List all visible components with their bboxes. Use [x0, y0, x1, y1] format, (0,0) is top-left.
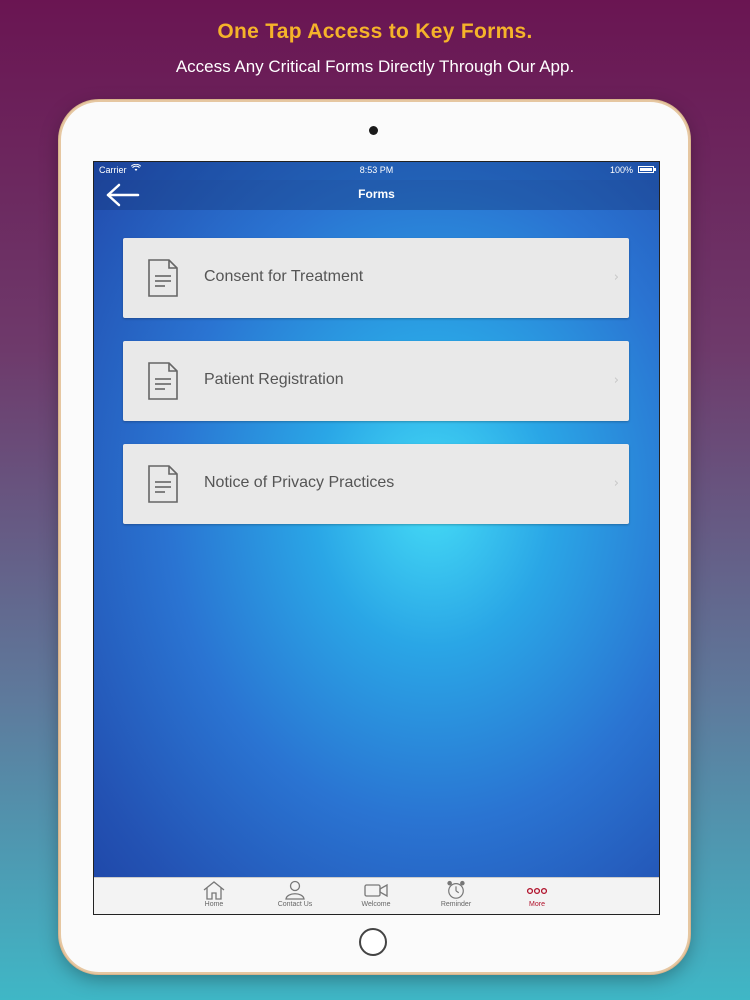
app-screen: Carrier 8:53 PM 100% Forms Consent for T…	[93, 161, 660, 915]
form-item-consent-for-treatment[interactable]: Consent for Treatment ›	[123, 238, 629, 318]
camera-icon	[369, 126, 378, 135]
home-icon	[203, 881, 225, 900]
alarm-clock-icon	[447, 880, 465, 899]
tab-welcome[interactable]: Welcome	[341, 880, 411, 913]
promo-subtitle: Access Any Critical Forms Directly Throu…	[175, 57, 575, 76]
more-dots-icon	[526, 887, 548, 895]
form-item-label: Patient Registration	[204, 371, 344, 388]
video-camera-icon	[364, 883, 388, 898]
tab-bar: Home Contact Us Welcome Reminder More	[94, 877, 659, 914]
form-item-label: Notice of Privacy Practices	[204, 474, 395, 491]
forms-list: Consent for Treatment › Patient Registra…	[123, 238, 629, 547]
tab-label: Home	[204, 901, 224, 908]
document-icon	[148, 465, 178, 503]
chevron-right-icon: ›	[613, 476, 619, 491]
form-item-patient-registration[interactable]: Patient Registration ›	[123, 341, 629, 421]
chevron-right-icon: ›	[613, 270, 619, 285]
status-time: 8:53 PM	[359, 165, 394, 175]
promo-title: One Tap Access to Key Forms.	[217, 20, 533, 43]
tab-home[interactable]: Home	[179, 880, 249, 913]
status-bar: Carrier 8:53 PM 100%	[94, 162, 659, 180]
tab-contact-us[interactable]: Contact Us	[260, 880, 330, 913]
navigation-bar: Forms	[94, 180, 659, 210]
tab-label: Reminder	[440, 901, 472, 908]
tab-reminder[interactable]: Reminder	[421, 880, 491, 913]
battery-icon	[638, 166, 656, 173]
tablet-frame: Carrier 8:53 PM 100% Forms Consent for T…	[61, 102, 688, 972]
tab-label: Contact Us	[277, 901, 313, 908]
tab-more[interactable]: More	[502, 880, 572, 913]
tab-label: Welcome	[361, 901, 391, 908]
document-icon	[148, 259, 178, 297]
page-title: Forms	[358, 187, 395, 201]
battery-percent: 100%	[609, 165, 633, 175]
document-icon	[148, 362, 178, 400]
form-item-notice-of-privacy-practices[interactable]: Notice of Privacy Practices ›	[123, 444, 629, 524]
person-icon	[285, 880, 305, 900]
tab-label: More	[529, 901, 545, 908]
chevron-right-icon: ›	[613, 373, 619, 388]
form-item-label: Consent for Treatment	[204, 268, 364, 285]
device-home-button[interactable]	[359, 928, 387, 956]
